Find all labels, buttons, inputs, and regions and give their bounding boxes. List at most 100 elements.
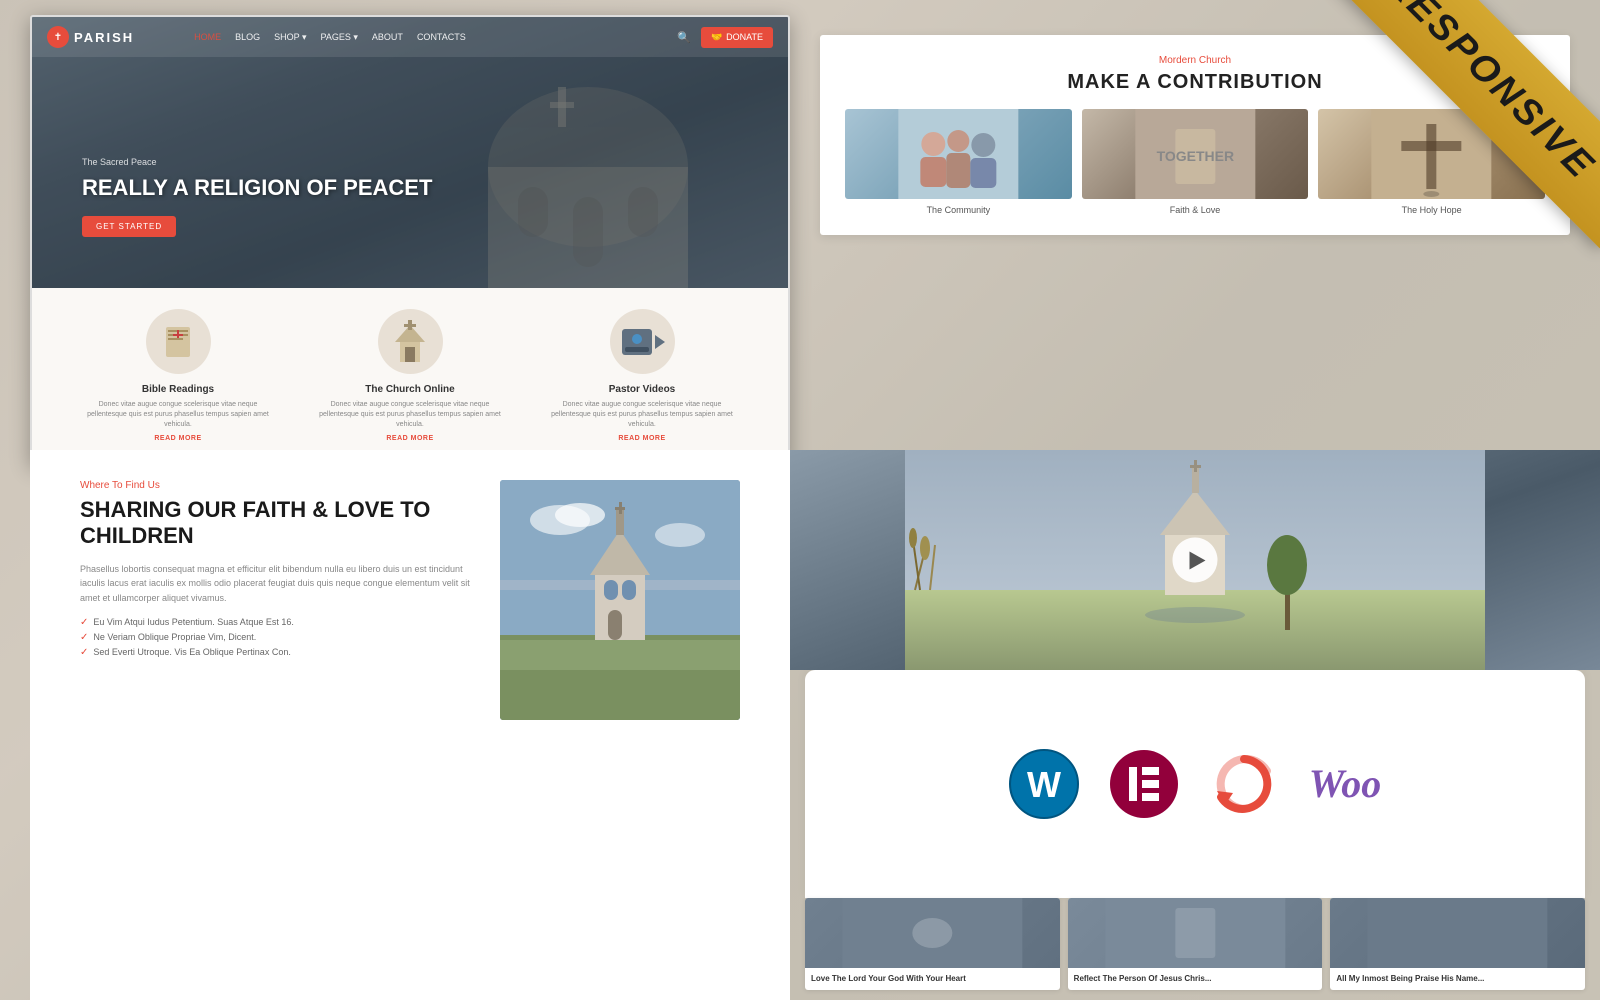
- faith-checklist: ✓ Eu Vim Atqui Iudus Petentium. Suas Atq…: [80, 617, 470, 658]
- checkmark-2: ✓: [80, 632, 88, 643]
- nav-link-pages[interactable]: PAGES ▾: [321, 32, 358, 43]
- video-section: [790, 450, 1600, 670]
- contribution-images: The Community TOGETHER Faith & Love: [845, 109, 1545, 215]
- nav-link-contacts[interactable]: CONTACTS: [417, 32, 466, 42]
- woo-text: Woo: [1309, 760, 1382, 807]
- preview-card-title-2: Reflect The Person Of Jesus Chris...: [1074, 974, 1317, 984]
- church-dome-svg: [388, 47, 788, 297]
- bottom-area: Where To Find Us SHARING OUR FAITH & LOV…: [0, 450, 1600, 1000]
- contrib-label-faith: Faith & Love: [1082, 205, 1309, 215]
- cta-button[interactable]: GET STARTED: [82, 216, 176, 237]
- faith-content: Where To Find Us SHARING OUR FAITH & LOV…: [80, 480, 470, 970]
- faith-check-3: ✓ Sed Everti Utroque. Vis Ea Oblique Per…: [80, 647, 470, 658]
- nav-links: HOME BLOG SHOP ▾ PAGES ▾ ABOUT CONTACTS: [194, 32, 466, 43]
- contribution-title: MAKE A CONTRIBUTION: [845, 71, 1545, 94]
- faith-label: Where To Find Us: [80, 480, 470, 491]
- refresh-icon: [1209, 749, 1279, 819]
- wordpress-icon: W: [1009, 749, 1079, 819]
- community-image-svg: [845, 109, 1072, 199]
- preview-card-img-2: [1068, 898, 1323, 968]
- contrib-faith: TOGETHER Faith & Love: [1082, 109, 1309, 215]
- right-bottom: W: [790, 450, 1600, 1000]
- hope-image-svg: [1318, 109, 1545, 199]
- nav-link-blog[interactable]: BLOG: [235, 32, 260, 42]
- preview-card-2: Reflect The Person Of Jesus Chris...: [1068, 898, 1323, 990]
- faith-image-svg: TOGETHER: [1082, 109, 1309, 199]
- preview-card-content-3: All My Inmost Being Praise His Name...: [1330, 968, 1585, 990]
- faith-section: Where To Find Us SHARING OUR FAITH & LOV…: [30, 450, 790, 1000]
- video-play-button[interactable]: [1173, 538, 1218, 583]
- service-desc-bible: Donec vitae augue congue scelerisque vit…: [78, 400, 278, 429]
- mockup-navbar: ✝ PARISH HOME BLOG SHOP ▾ PAGES ▾ ABOUT …: [32, 17, 788, 57]
- preview-card-img-3: [1330, 898, 1585, 968]
- wordpress-logo: W: [1009, 749, 1079, 819]
- contrib-img-community: [845, 109, 1072, 199]
- nav-link-home[interactable]: HOME: [194, 32, 221, 42]
- service-item-church: The Church Online Donec vitae augue cong…: [310, 309, 510, 441]
- service-readmore-church[interactable]: READ MORE: [310, 435, 510, 442]
- tech-logos-section: W: [805, 670, 1585, 898]
- top-area: ✝ PARISH HOME BLOG SHOP ▾ PAGES ▾ ABOUT …: [0, 0, 1600, 450]
- contrib-hope: The Holy Hope: [1318, 109, 1545, 215]
- church-icon: [385, 317, 435, 367]
- preview-cards: Love The Lord Your God With Your Heart R…: [790, 898, 1600, 1000]
- video-icon: [617, 317, 667, 367]
- service-circle-bible: [146, 309, 211, 374]
- contrib-label-community: The Community: [845, 205, 1072, 215]
- faith-desc: Phasellus lobortis consequat magna et ef…: [80, 562, 470, 605]
- website-mockup: ✝ PARISH HOME BLOG SHOP ▾ PAGES ▾ ABOUT …: [30, 15, 790, 465]
- service-readmore-pastor[interactable]: READ MORE: [542, 435, 742, 442]
- logo-icon: ✝: [47, 26, 69, 48]
- contribution-label: Mordern Church: [845, 55, 1545, 66]
- preview-img-2-svg: [1068, 898, 1323, 968]
- donate-button[interactable]: 🤝 DONATE: [701, 27, 773, 48]
- hero-subtitle: The Sacred Peace: [82, 157, 432, 167]
- contrib-community: The Community: [845, 109, 1072, 215]
- preview-img-3-svg: [1330, 898, 1585, 968]
- preview-card-img-1: [805, 898, 1060, 968]
- preview-card-3: All My Inmost Being Praise His Name...: [1330, 898, 1585, 990]
- contrib-img-hope: [1318, 109, 1545, 199]
- hero-background: ✝ PARISH HOME BLOG SHOP ▾ PAGES ▾ ABOUT …: [32, 17, 788, 297]
- preview-card-1: Love The Lord Your God With Your Heart: [805, 898, 1060, 990]
- checkmark-1: ✓: [80, 617, 88, 628]
- faith-check-1: ✓ Eu Vim Atqui Iudus Petentium. Suas Atq…: [80, 617, 470, 628]
- nav-link-shop[interactable]: SHOP ▾: [274, 32, 306, 43]
- search-icon[interactable]: 🔍: [677, 31, 691, 44]
- service-title-bible: Bible Readings: [78, 384, 278, 395]
- nav-right: 🔍 🤝 DONATE: [677, 27, 773, 48]
- service-circle-pastor: [610, 309, 675, 374]
- church-field-svg: [500, 480, 740, 720]
- logo-text: PARISH: [74, 30, 134, 45]
- service-title-pastor: Pastor Videos: [542, 384, 742, 395]
- service-circle-church: [378, 309, 443, 374]
- faith-title: SHARING OUR FAITH & LOVE TO CHILDREN: [80, 497, 470, 550]
- svg-text:TOGETHER: TOGETHER: [1156, 148, 1234, 164]
- contrib-img-faith: TOGETHER: [1082, 109, 1309, 199]
- faith-church-image: [500, 480, 740, 720]
- nav-link-about[interactable]: ABOUT: [372, 32, 403, 42]
- video-background: [790, 450, 1600, 670]
- svg-text:W: W: [1027, 764, 1061, 805]
- mockup-logo: ✝ PARISH: [47, 26, 134, 48]
- preview-card-title-1: Love The Lord Your God With Your Heart: [811, 974, 1054, 984]
- hero-content: The Sacred Peace REALLY A RELIGION OF PE…: [82, 157, 432, 237]
- checkmark-3: ✓: [80, 647, 88, 658]
- faith-image-wrap: [500, 480, 740, 970]
- service-item-pastor: Pastor Videos Donec vitae augue congue s…: [542, 309, 742, 441]
- preview-img-1-svg: [805, 898, 1060, 968]
- play-triangle-icon: [1189, 551, 1205, 569]
- preview-card-content-2: Reflect The Person Of Jesus Chris...: [1068, 968, 1323, 990]
- service-title-church: The Church Online: [310, 384, 510, 395]
- service-readmore-bible[interactable]: READ MORE: [78, 435, 278, 442]
- right-panel: Mordern Church MAKE A CONTRIBUTION: [790, 0, 1600, 450]
- hero-title: REALLY A RELIGION OF PEACET: [82, 175, 432, 201]
- service-desc-church: Donec vitae augue congue scelerisque vit…: [310, 400, 510, 429]
- contrib-label-hope: The Holy Hope: [1318, 205, 1545, 215]
- faith-check-2: ✓ Ne Veriam Oblique Propriae Vim, Dicent…: [80, 632, 470, 643]
- woocommerce-logo: Woo: [1309, 760, 1382, 807]
- elementor-logo: [1109, 749, 1179, 819]
- main-container: ✝ PARISH HOME BLOG SHOP ▾ PAGES ▾ ABOUT …: [0, 0, 1600, 1000]
- preview-card-content-1: Love The Lord Your God With Your Heart: [805, 968, 1060, 990]
- services-section: Bible Readings Donec vitae augue congue …: [32, 288, 788, 463]
